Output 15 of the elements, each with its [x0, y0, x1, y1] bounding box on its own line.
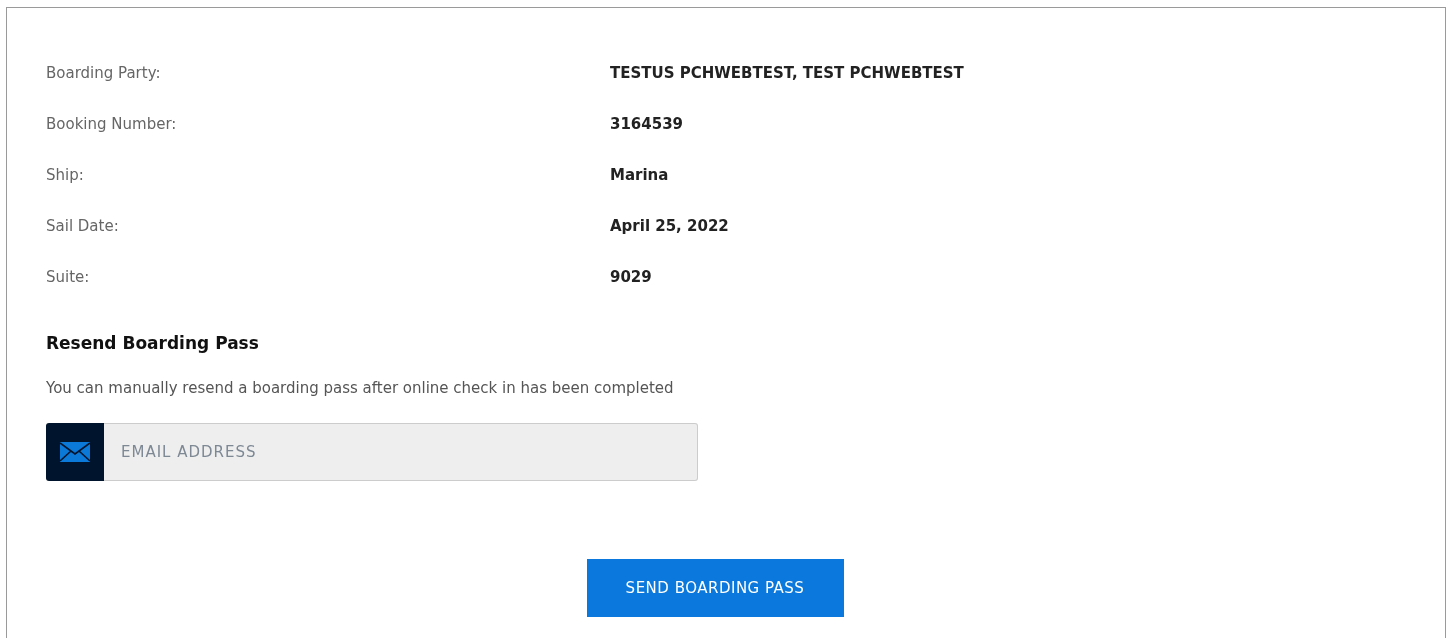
detail-value: April 25, 2022: [610, 216, 729, 238]
detail-label: Sail Date:: [46, 216, 120, 238]
envelope-icon: [46, 423, 104, 481]
detail-value: Marina: [610, 165, 669, 187]
section-heading: Resend Boarding Pass: [46, 332, 260, 355]
detail-value: 3164539: [610, 114, 684, 136]
send-button[interactable]: SEND BOARDING PASS: [586, 559, 844, 617]
email-field[interactable]: EMAIL ADDRESS: [104, 423, 698, 481]
detail-label: Ship:: [46, 165, 85, 187]
section-description: You can manually resend a boarding pass after online check in has been completed: [46, 377, 675, 399]
detail-label: Boarding Party:: [46, 63, 162, 85]
detail-label: Booking Number:: [46, 114, 178, 136]
detail-value: TESTUS PCHWEBTEST, TEST PCHWEBTEST: [610, 63, 964, 85]
detail-value: 9029: [610, 267, 652, 289]
detail-label: Suite:: [46, 267, 91, 289]
